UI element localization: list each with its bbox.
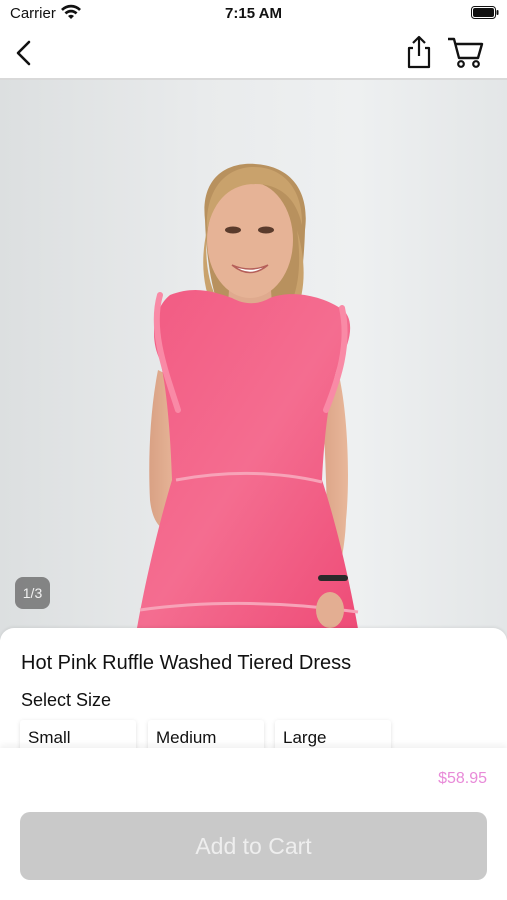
- product-info-sheet: Hot Pink Ruffle Washed Tiered Dress Sele…: [0, 628, 507, 900]
- add-to-cart-button[interactable]: Add to Cart: [20, 812, 487, 880]
- battery-icon: [471, 6, 499, 19]
- select-size-label: Select Size: [21, 690, 112, 710]
- nav-bar: [0, 28, 507, 80]
- size-option-label: Small: [28, 728, 71, 747]
- back-chevron-icon[interactable]: [10, 38, 40, 68]
- cart-icon[interactable]: [446, 34, 486, 70]
- product-photo: [135, 163, 360, 640]
- product-image[interactable]: [0, 80, 507, 640]
- clock: 7:15 AM: [225, 5, 282, 22]
- size-option-label: Medium: [156, 728, 217, 747]
- purchase-panel: $58.95 Add to Cart: [0, 748, 507, 900]
- product-price: $58.95: [438, 770, 487, 787]
- share-icon[interactable]: [402, 34, 436, 70]
- product-title: Hot Pink Ruffle Washed Tiered Dress: [21, 652, 352, 674]
- size-option-label: Large: [283, 728, 327, 747]
- status-bar: Carrier 7:15 AM: [0, 0, 507, 28]
- size-options: Small Medium Large: [20, 720, 507, 752]
- image-page-indicator: 1/3: [15, 577, 50, 609]
